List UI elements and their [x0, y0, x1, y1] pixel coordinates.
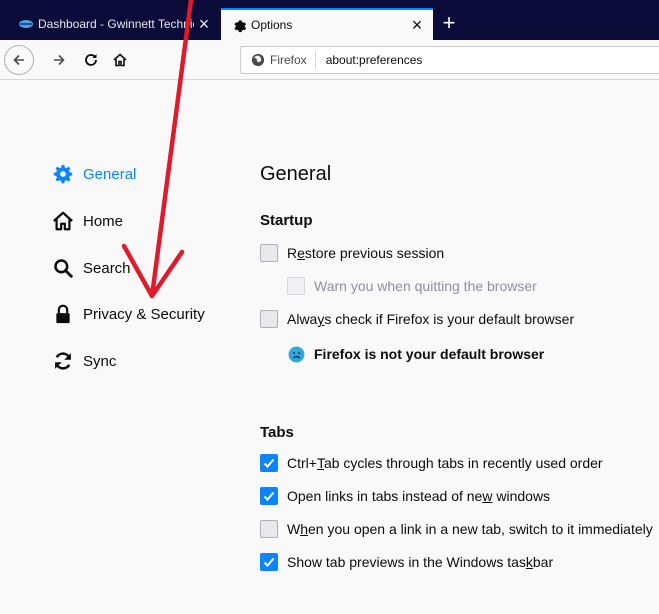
checkmark-icon — [263, 491, 275, 501]
access-key: h — [300, 521, 309, 537]
label-part: Alwa — [287, 311, 318, 327]
option-label: Open links in tabs instead of new window… — [287, 488, 550, 504]
category-label: Privacy & Security — [83, 305, 205, 323]
label-part: R — [287, 245, 298, 261]
back-arrow-icon — [13, 54, 24, 66]
label-part: Show tab previews in the Windows tas — [287, 554, 526, 570]
ctrl-tab-checkbox[interactable]: Ctrl+Tab cycles through tabs in recently… — [260, 452, 603, 474]
sad-face-icon — [288, 346, 305, 362]
category-label: Home — [83, 212, 124, 230]
category-sync[interactable]: Sync — [52, 348, 116, 374]
option-label: Restore previous session — [287, 245, 444, 261]
category-home[interactable]: Home — [52, 208, 123, 234]
tab-options[interactable]: Options × — [221, 8, 433, 40]
label-part: bar — [532, 554, 554, 570]
label-part: W — [287, 521, 301, 537]
not-default-notice: Firefox is not your default browser — [288, 343, 544, 365]
search-icon — [52, 257, 74, 279]
label-part: windows — [492, 488, 551, 504]
category-privacy-security[interactable]: Privacy & Security — [52, 301, 205, 327]
checkbox-box[interactable] — [260, 553, 278, 571]
lock-icon — [52, 303, 74, 325]
identity-label: Firefox — [270, 53, 307, 67]
not-default-text: Firefox is not your default browser — [314, 346, 545, 362]
checkbox-box[interactable] — [260, 487, 278, 505]
checkmark-icon — [263, 557, 275, 567]
category-label: Search — [83, 259, 131, 277]
checkbox-box[interactable] — [260, 520, 278, 538]
open-links-in-tabs-checkbox[interactable]: Open links in tabs instead of new window… — [260, 485, 550, 507]
label-part: s check if Firefox is your default brows… — [324, 311, 575, 327]
gear-icon — [231, 17, 247, 33]
gear-icon — [52, 163, 74, 185]
close-tab-icon[interactable]: × — [407, 15, 427, 35]
checkmark-icon — [263, 458, 275, 468]
default-browser-checkbox[interactable]: Always check if Firefox is your default … — [260, 308, 574, 330]
label-part: en you open a link in a new tab, switch … — [308, 521, 653, 537]
option-label: Warn you when quitting the browser — [314, 278, 537, 294]
access-key: k — [525, 554, 533, 570]
label-part: Open links in tabs instead of ne — [287, 488, 483, 504]
checkbox-box[interactable] — [260, 244, 278, 262]
site-favicon-icon — [18, 16, 34, 32]
access-key: w — [482, 488, 493, 504]
startup-section-title: Startup — [260, 212, 313, 229]
home-icon — [52, 210, 74, 232]
close-tab-icon[interactable]: × — [194, 14, 214, 34]
back-button[interactable] — [4, 45, 34, 75]
option-label: Always check if Firefox is your default … — [287, 311, 574, 327]
url-text[interactable]: about:preferences — [316, 53, 423, 67]
category-search[interactable]: Search — [52, 255, 131, 281]
new-tab-button[interactable]: + — [436, 10, 462, 36]
access-key: e — [297, 245, 305, 261]
tab-title: Options — [251, 18, 293, 32]
warn-quit-checkbox[interactable]: Warn you when quitting the browser — [287, 275, 537, 297]
firefox-icon — [251, 53, 265, 67]
tab-title: Dashboard - Gwinnett Technical College — [38, 17, 194, 31]
reload-button[interactable] — [78, 47, 104, 73]
url-bar[interactable]: Firefox about:preferences — [240, 46, 659, 74]
identity-box[interactable]: Firefox — [241, 51, 316, 69]
sync-icon — [52, 350, 74, 372]
category-label: General — [83, 165, 137, 183]
label-part: store previous session — [304, 245, 445, 261]
option-label: Ctrl+Tab cycles through tabs in recently… — [287, 455, 603, 471]
navigation-toolbar: Firefox about:preferences — [0, 40, 659, 80]
checkbox-box[interactable] — [287, 277, 305, 295]
home-icon — [113, 53, 127, 67]
label-part: ab cycles through tabs in recently used … — [323, 455, 603, 471]
tab-dashboard[interactable]: Dashboard - Gwinnett Technical College × — [0, 8, 220, 40]
option-label: Show tab previews in the Windows taskbar — [287, 554, 553, 570]
tab-strip: Dashboard - Gwinnett Technical College ×… — [0, 0, 659, 40]
tab-previews-checkbox[interactable]: Show tab previews in the Windows taskbar — [260, 551, 553, 573]
option-label: When you open a link in a new tab, switc… — [287, 521, 653, 537]
switch-to-new-tab-checkbox[interactable]: When you open a link in a new tab, switc… — [260, 518, 653, 540]
label-part: Ctrl+ — [287, 455, 317, 471]
reload-icon — [85, 54, 97, 66]
checkbox-box[interactable] — [260, 310, 278, 328]
home-button[interactable] — [107, 47, 133, 73]
tabs-section-title: Tabs — [260, 424, 294, 441]
forward-arrow-icon — [54, 54, 65, 66]
access-key: T — [316, 455, 324, 471]
checkbox-box[interactable] — [260, 454, 278, 472]
category-label: Sync — [83, 352, 117, 370]
category-general[interactable]: General — [52, 161, 136, 187]
page-title: General — [260, 163, 332, 185]
forward-button[interactable] — [46, 47, 72, 73]
restore-session-checkbox[interactable]: Restore previous session — [260, 242, 444, 264]
